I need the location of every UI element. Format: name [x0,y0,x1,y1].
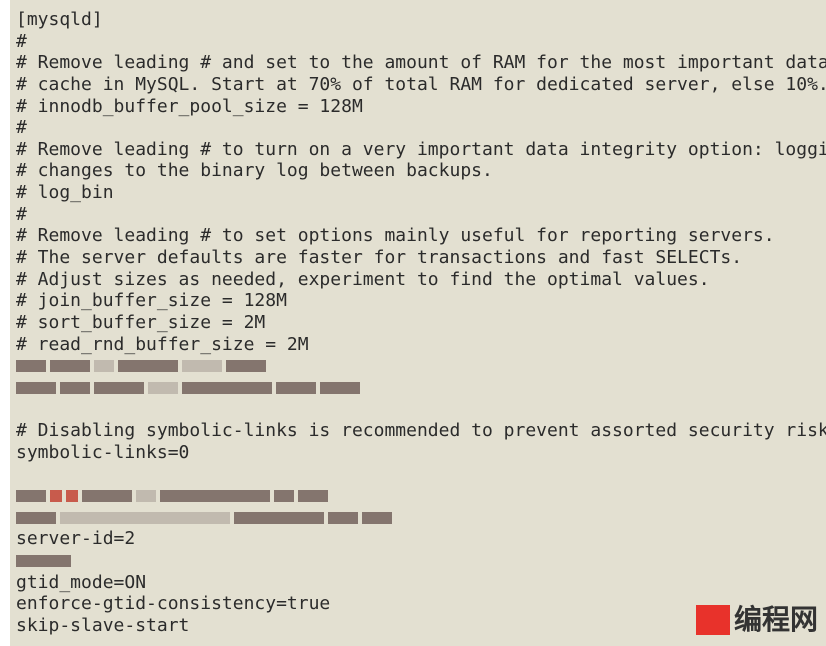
config-line: # Remove leading # and set to the amount… [16,52,826,74]
config-text: [mysqld] # # Remove leading # and set to t… [10,0,826,637]
terminal-window: [mysqld] # # Remove leading # and set to t… [10,0,826,646]
config-line: # read_rnd_buffer_size = 2M [16,333,309,355]
config-line: # Remove leading # to turn on a very imp… [16,138,826,160]
watermark: 编程网 [695,603,818,636]
config-line: # cache in MySQL. Start at 70% of total … [16,73,826,95]
redacted-line [16,355,826,377]
config-line: # The server defaults are faster for tra… [16,247,743,269]
redacted-line [16,377,826,399]
redacted-line [16,550,826,572]
config-line: [mysqld] [16,9,103,30]
config-line [16,399,826,421]
config-line: # innodb_buffer_pool_size = 128M [16,95,363,117]
config-line [16,463,826,485]
config-line: gtid_mode=ON [16,571,147,593]
config-line: # Adjust sizes as needed, experiment to … [16,268,710,290]
config-line: # Disabling symbolic-links is recommende… [16,420,826,442]
config-line: server-id=2 [16,528,136,550]
config-line: # [16,117,27,139]
watermark-text: 编程网 [733,603,818,636]
config-line: # sort_buffer_size = 2M [16,311,266,333]
config-line: symbolic-links=0 [16,441,190,463]
config-line: # [16,30,27,52]
config-line: # join_buffer_size = 128M [16,290,287,312]
config-line: # [16,203,27,225]
config-line: # changes to the binary log between back… [16,160,493,182]
redacted-line [16,485,826,507]
watermark-logo [695,605,730,635]
redacted-line [16,507,826,529]
config-line: # log_bin [16,182,114,204]
config-line: # Remove leading # to set options mainly… [16,225,775,247]
